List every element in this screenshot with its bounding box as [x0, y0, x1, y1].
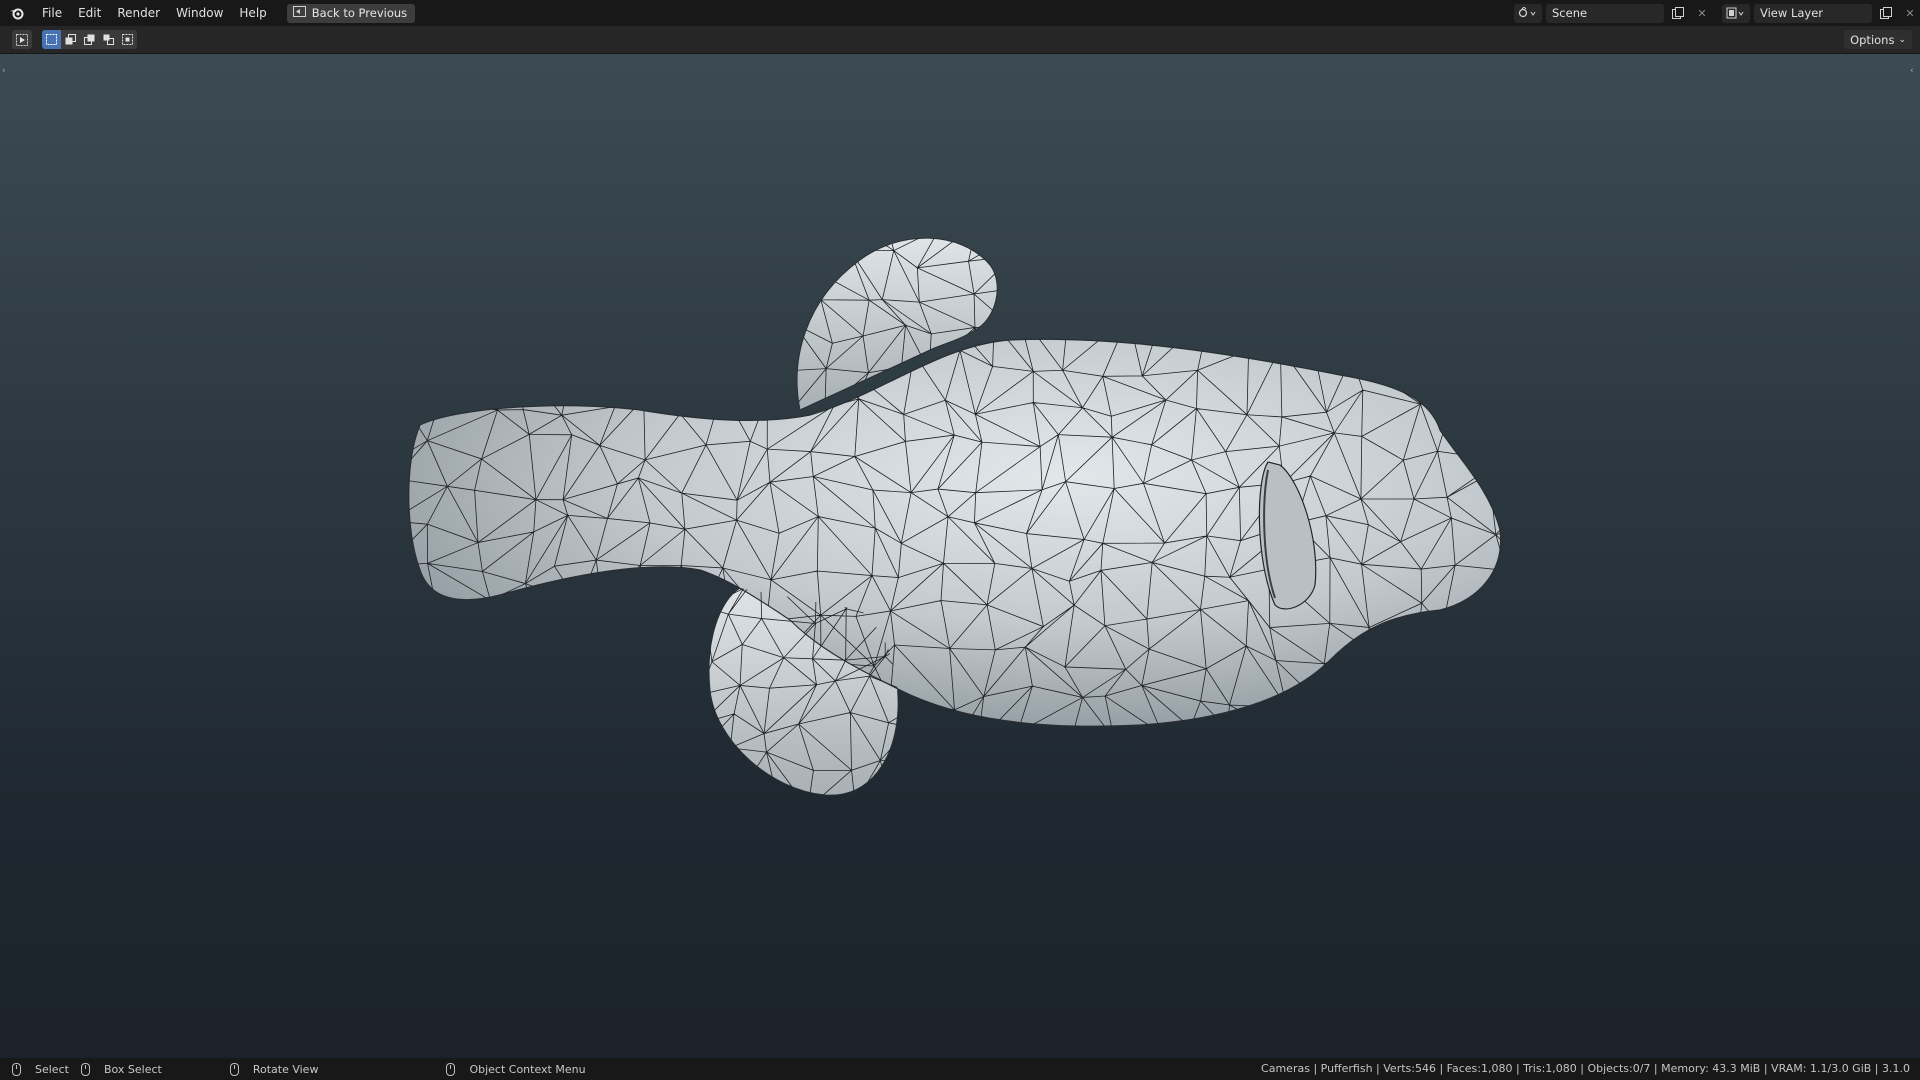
select-intersect-icon[interactable] [118, 30, 137, 49]
menu-help[interactable]: Help [231, 0, 274, 26]
select-new-icon[interactable] [42, 30, 61, 49]
select-extend-icon[interactable] [61, 30, 80, 49]
back-to-previous-label: Back to Previous [311, 6, 408, 20]
back-to-previous-button[interactable]: Back to Previous [286, 3, 416, 23]
chevron-down-icon: ⌄ [1898, 34, 1906, 45]
pufferfish-mesh[interactable] [0, 54, 1920, 1058]
mouse-drag-icon [80, 1062, 90, 1076]
hint-select: Select [12, 1062, 69, 1076]
status-bar: Select Box Select Rotate View Object Con… [0, 1058, 1920, 1080]
blender-logo-icon[interactable] [0, 0, 34, 26]
menu-edit[interactable]: Edit [70, 0, 109, 26]
viewport-header: Options ⌄ [0, 26, 1920, 54]
fish-body [408, 338, 1502, 727]
select-tool-icon[interactable] [12, 30, 32, 49]
scene-name-field[interactable]: Scene [1546, 3, 1664, 23]
hint-box-select: Box Select [80, 1062, 162, 1076]
hint-context-menu-label: Object Context Menu [469, 1062, 586, 1076]
mouse-middle-icon [229, 1062, 239, 1076]
hint-context-menu: Object Context Menu [446, 1062, 586, 1076]
scene-statistics: Cameras | Pufferfish | Verts:546 | Faces… [1261, 1062, 1910, 1075]
mouse-left-icon [12, 1062, 21, 1076]
select-invert-icon[interactable] [99, 30, 118, 49]
close-icon[interactable]: ✕ [1692, 4, 1712, 23]
hint-rotate-view: Rotate View [229, 1062, 319, 1076]
back-icon [292, 6, 306, 20]
new-view-layer-icon[interactable] [1876, 4, 1896, 23]
menu-file[interactable]: File [34, 0, 70, 26]
workspace-selectors: Scene ✕ View Layer ✕ [1514, 0, 1920, 26]
new-icon[interactable] [1668, 4, 1688, 23]
selection-mode-group [42, 30, 137, 49]
scene-icon[interactable] [1514, 3, 1542, 23]
close-view-layer-icon[interactable]: ✕ [1900, 4, 1920, 23]
options-dropdown[interactable]: Options ⌄ [1844, 30, 1912, 49]
3d-viewport[interactable]: › ‹ [0, 54, 1920, 1058]
view-layer-icon[interactable] [1722, 3, 1750, 23]
options-label: Options [1850, 32, 1895, 47]
hint-box-select-label: Box Select [103, 1062, 162, 1076]
select-subtract-icon[interactable] [80, 30, 99, 49]
hint-rotate-view-label: Rotate View [252, 1062, 319, 1076]
menu-window[interactable]: Window [168, 0, 231, 26]
mouse-right-icon [446, 1062, 456, 1076]
view-layer-name-field[interactable]: View Layer [1754, 3, 1872, 23]
top-bar: File Edit Render Window Help Back to Pre… [0, 0, 1920, 26]
menu-render[interactable]: Render [109, 0, 168, 26]
hint-select-label: Select [35, 1062, 69, 1076]
